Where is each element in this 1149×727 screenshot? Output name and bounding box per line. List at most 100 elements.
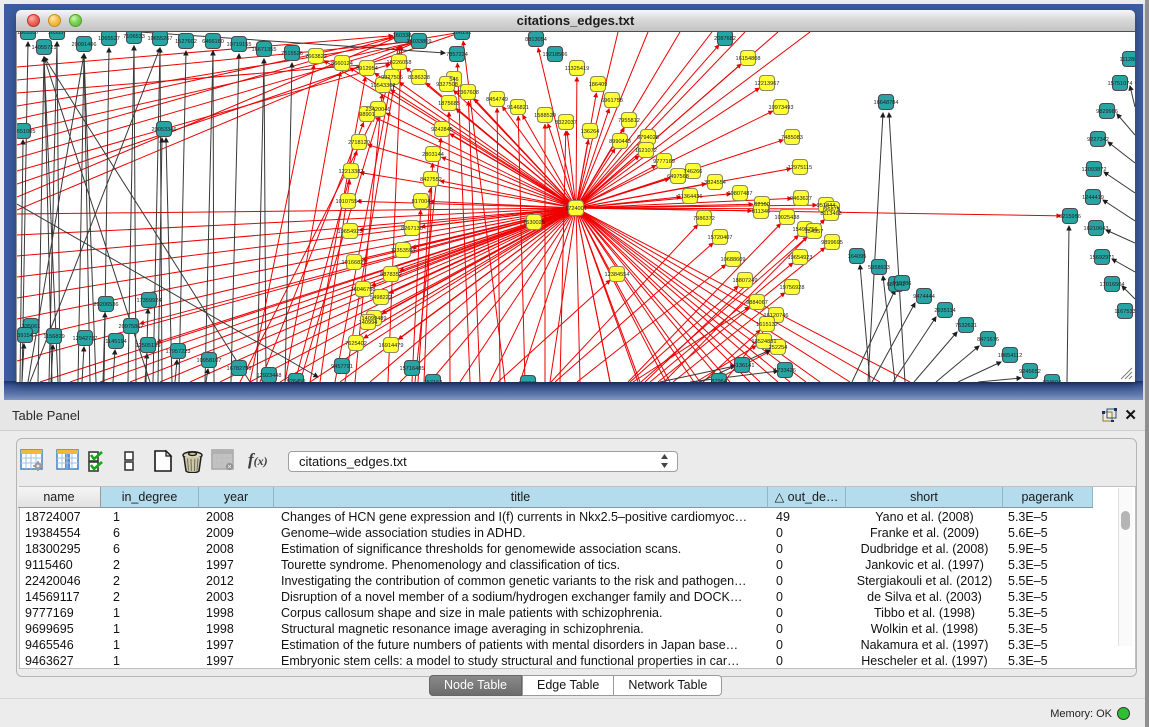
svg-text:62160: 62160: [754, 202, 770, 208]
svg-text:8186328: 8186328: [408, 75, 430, 81]
svg-text:12505135: 12505135: [136, 343, 161, 349]
svg-text:9327508: 9327508: [436, 82, 458, 88]
svg-text:17957223: 17957223: [166, 349, 191, 355]
svg-text:10655267: 10655267: [148, 36, 173, 42]
svg-text:7106533: 7106533: [123, 34, 145, 40]
svg-text:186409: 186409: [589, 82, 608, 88]
svg-text:9777169: 9777169: [653, 159, 675, 165]
svg-text:10958107: 10958107: [197, 358, 222, 364]
svg-text:335061: 335061: [22, 324, 41, 330]
svg-text:14055721: 14055721: [32, 45, 57, 51]
svg-text:16782759: 16782759: [227, 366, 252, 372]
svg-text:811346: 811346: [752, 209, 770, 215]
svg-text:154957: 154957: [805, 229, 824, 235]
svg-text:1875685: 1875685: [438, 101, 460, 107]
svg-text:1244419: 1244419: [1082, 195, 1104, 201]
svg-text:2087682: 2087682: [714, 36, 736, 42]
svg-text:8427552: 8427552: [420, 177, 442, 183]
svg-text:8660124: 8660124: [331, 61, 353, 67]
svg-text:20975867: 20975867: [119, 324, 144, 330]
svg-text:8454749: 8454749: [486, 97, 508, 103]
svg-text:98901: 98901: [359, 112, 375, 118]
svg-text:19756928: 19756928: [780, 285, 805, 291]
svg-text:1803557: 1803557: [17, 32, 39, 36]
svg-text:1615132: 1615132: [756, 322, 778, 328]
svg-text:12213382: 12213382: [339, 169, 364, 175]
svg-text:15692971: 15692971: [1090, 255, 1115, 261]
svg-text:9242845: 9242845: [431, 127, 453, 133]
svg-text:7632621: 7632621: [955, 323, 977, 329]
svg-text:9327506: 9327506: [381, 75, 403, 81]
svg-text:16648784: 16648784: [874, 100, 899, 106]
svg-text:20206536: 20206536: [94, 302, 119, 308]
svg-text:6794028: 6794028: [637, 135, 659, 141]
svg-text:9899695: 9899695: [821, 240, 843, 246]
svg-text:18226058: 18226058: [387, 60, 412, 66]
svg-text:10025438: 10025438: [775, 215, 800, 221]
svg-text:3824554: 3824554: [704, 180, 726, 186]
svg-text:924504: 924504: [1043, 380, 1062, 382]
svg-text:16033809: 16033809: [407, 39, 432, 45]
svg-text:9884067: 9884067: [746, 300, 768, 306]
svg-text:8267130: 8267130: [401, 226, 423, 232]
svg-text:17016504: 17016504: [1100, 282, 1125, 288]
svg-text:10719155: 10719155: [227, 42, 252, 48]
svg-text:12384554: 12384554: [605, 272, 630, 278]
svg-text:8813054: 8813054: [525, 37, 547, 43]
svg-text:163557: 163557: [48, 32, 67, 36]
svg-text:817004: 817004: [412, 199, 431, 205]
svg-text:12213967: 12213967: [755, 81, 780, 87]
svg-text:9463627: 9463627: [790, 196, 812, 202]
svg-text:8878352: 8878352: [380, 272, 402, 278]
svg-text:136264: 136264: [581, 129, 600, 135]
svg-text:926450: 926450: [287, 379, 306, 382]
svg-text:12942737: 12942737: [73, 336, 98, 342]
svg-text:15720407: 15720407: [708, 235, 733, 241]
svg-text:10107554: 10107554: [336, 199, 361, 205]
svg-text:10973493: 10973493: [769, 105, 794, 111]
svg-text:157164: 157164: [424, 380, 443, 382]
svg-text:16120746: 16120746: [764, 313, 789, 319]
svg-text:1527602: 1527602: [175, 39, 197, 45]
svg-text:19166829: 19166829: [342, 260, 367, 266]
svg-text:87964: 87964: [711, 379, 727, 382]
svg-text:2718120: 2718120: [348, 140, 370, 146]
svg-text:1733426: 1733426: [774, 368, 796, 374]
svg-text:7663822: 7663822: [305, 54, 327, 60]
svg-text:12923448: 12923448: [257, 373, 282, 379]
svg-text:11353594: 11353594: [391, 248, 415, 254]
svg-text:6497568: 6497568: [667, 174, 689, 180]
svg-text:3912954: 3912954: [356, 66, 378, 72]
svg-text:1724001: 1724001: [565, 206, 587, 212]
svg-text:7485083: 7485083: [781, 135, 803, 141]
svg-text:16046758: 16046758: [351, 287, 376, 293]
svg-text:18807249: 18807249: [733, 278, 758, 284]
svg-text:10688609: 10688609: [721, 257, 746, 263]
svg-text:39154: 39154: [17, 333, 33, 339]
svg-text:7986372: 7986372: [693, 216, 715, 222]
svg-text:12975115: 12975115: [788, 165, 812, 171]
svg-text:7625402: 7625402: [345, 341, 367, 347]
svg-text:7857224: 7857224: [446, 52, 468, 58]
svg-text:9245652: 9245652: [1019, 369, 1041, 375]
svg-text:8113463: 8113463: [820, 211, 841, 217]
svg-text:2367608: 2367608: [457, 90, 479, 96]
svg-text:1530025: 1530025: [523, 220, 545, 226]
svg-text:17359924: 17359924: [137, 298, 162, 304]
svg-text:140994: 140994: [359, 320, 378, 326]
svg-text:5958923: 5958923: [868, 265, 890, 271]
svg-text:9474444: 9474444: [913, 294, 935, 300]
svg-text:7955812: 7955812: [618, 118, 640, 124]
svg-text:5498222: 5498222: [370, 295, 392, 301]
svg-text:14136141: 14136141: [730, 363, 755, 369]
svg-text:8322037: 8322037: [555, 120, 577, 126]
svg-text:10543362: 10543362: [371, 83, 396, 89]
svg-text:20053346: 20053346: [152, 127, 177, 133]
svg-text:11325419: 11325419: [565, 66, 589, 72]
svg-text:16671355: 16671355: [252, 47, 277, 53]
svg-text:1588520: 1588520: [534, 113, 556, 119]
svg-text:7515526: 7515526: [281, 51, 303, 57]
svg-text:2803144: 2803144: [422, 152, 444, 158]
svg-text:1167533: 1167533: [1114, 309, 1135, 315]
svg-text:21364436: 21364436: [678, 194, 703, 200]
